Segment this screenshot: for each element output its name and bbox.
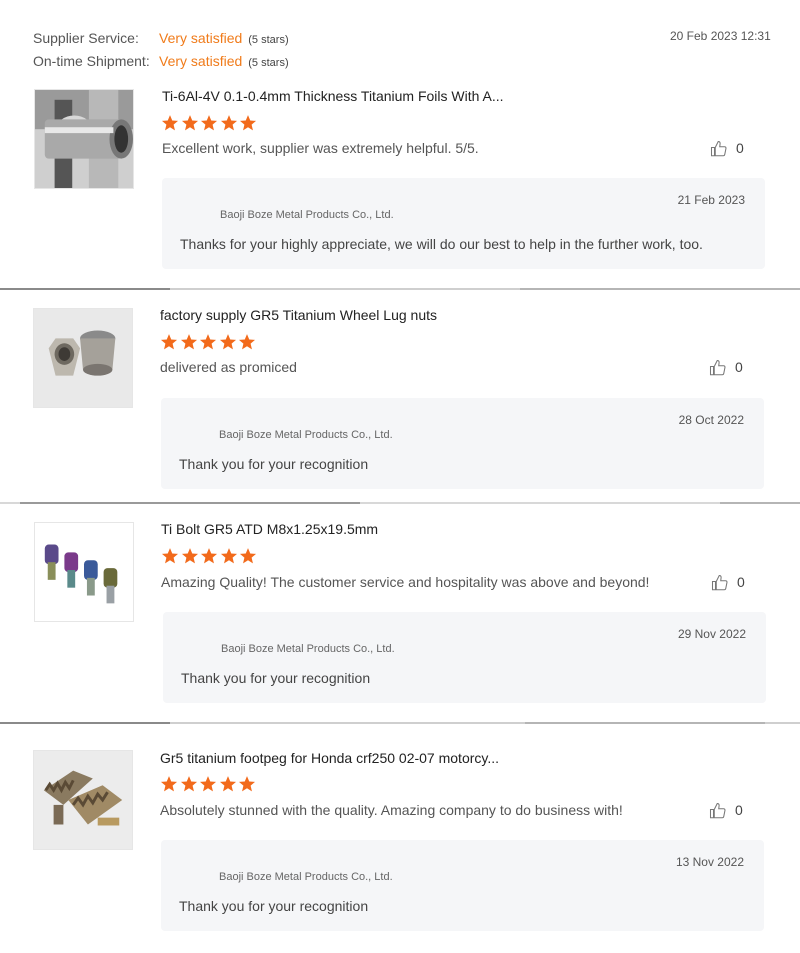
reply-text: Thank you for your recognition <box>179 456 369 472</box>
reply-date: 28 Oct 2022 <box>678 413 744 427</box>
star-icon <box>180 775 198 793</box>
star-icon <box>181 547 199 565</box>
reply-date: 21 Feb 2023 <box>677 193 745 207</box>
star-icon <box>219 333 237 351</box>
divider <box>0 288 800 290</box>
like-button[interactable]: 0 <box>711 574 745 592</box>
reply-date: 13 Nov 2022 <box>675 855 744 869</box>
ontime-shipment-note: (5 stars) <box>248 57 289 69</box>
rating-stars <box>160 775 258 795</box>
reply-date: 29 Nov 2022 <box>677 627 746 641</box>
product-title[interactable]: Ti-6Al-4V 0.1-0.4mm Thickness Titanium F… <box>162 88 504 104</box>
supplier-reply: 28 Oct 2022 Baoji Boze Metal Products Co… <box>161 398 764 489</box>
thumbs-up-icon <box>711 574 729 592</box>
review-comment: Excellent work, supplier was extremely h… <box>162 140 479 156</box>
star-icon <box>200 547 218 565</box>
star-icon <box>160 333 178 351</box>
star-icon <box>199 333 217 351</box>
star-icon <box>199 775 217 793</box>
product-title[interactable]: Ti Bolt GR5 ATD M8x1.25x19.5mm <box>161 521 378 537</box>
rating-stars <box>161 547 259 567</box>
bolts-image[interactable] <box>34 522 134 622</box>
star-icon <box>238 775 256 793</box>
star-icon <box>181 114 199 132</box>
star-icon <box>220 114 238 132</box>
reply-text: Thanks for your highly appreciate, we wi… <box>180 236 703 252</box>
like-count: 0 <box>735 802 743 818</box>
thumbs-up-icon <box>709 802 727 820</box>
star-icon <box>161 547 179 565</box>
supplier-reply: 13 Nov 2022 Baoji Boze Metal Products Co… <box>161 840 764 931</box>
star-icon <box>239 114 257 132</box>
ontime-shipment-row: On-time Shipment: Very satisfied (5 stars) <box>33 53 289 69</box>
like-button[interactable]: 0 <box>709 802 743 820</box>
star-icon <box>220 547 238 565</box>
divider <box>0 722 800 724</box>
review-comment: delivered as promiced <box>160 359 297 375</box>
reply-text: Thank you for your recognition <box>179 898 369 914</box>
like-button[interactable]: 0 <box>710 140 744 158</box>
ontime-shipment-label: On-time Shipment: <box>33 53 150 69</box>
rating-stars <box>160 333 258 353</box>
like-button[interactable]: 0 <box>709 359 743 377</box>
rating-stars <box>161 114 259 134</box>
like-count: 0 <box>735 359 743 375</box>
supplier-service-note: (5 stars) <box>248 34 289 46</box>
star-icon <box>238 333 256 351</box>
reply-company: Baoji Boze Metal Products Co., Ltd. <box>219 871 393 883</box>
lug-nuts-image[interactable] <box>33 308 133 408</box>
reply-company: Baoji Boze Metal Products Co., Ltd. <box>219 429 393 441</box>
product-title[interactable]: Gr5 titanium footpeg for Honda crf250 02… <box>160 750 499 766</box>
thumbs-up-icon <box>709 359 727 377</box>
footpeg-image[interactable] <box>33 750 133 850</box>
reply-company: Baoji Boze Metal Products Co., Ltd. <box>220 209 394 221</box>
divider <box>0 502 800 504</box>
supplier-reply: 21 Feb 2023 Baoji Boze Metal Products Co… <box>162 178 765 269</box>
star-icon <box>161 114 179 132</box>
star-icon <box>160 775 178 793</box>
titanium-tube-image[interactable] <box>34 89 134 189</box>
review-comment: Amazing Quality! The customer service an… <box>161 574 650 590</box>
review-comment: Absolutely stunned with the quality. Ama… <box>160 802 623 818</box>
supplier-service-label: Supplier Service: <box>33 30 139 46</box>
ontime-shipment-value: Very satisfied <box>159 53 243 69</box>
star-icon <box>200 114 218 132</box>
supplier-service-value: Very satisfied <box>159 30 243 46</box>
star-icon <box>180 333 198 351</box>
product-title[interactable]: factory supply GR5 Titanium Wheel Lug nu… <box>160 307 437 323</box>
star-icon <box>239 547 257 565</box>
thumbs-up-icon <box>710 140 728 158</box>
star-icon <box>219 775 237 793</box>
supplier-service-row: Supplier Service: Very satisfied (5 stars) <box>33 30 289 46</box>
reply-company: Baoji Boze Metal Products Co., Ltd. <box>221 643 395 655</box>
supplier-reply: 29 Nov 2022 Baoji Boze Metal Products Co… <box>163 612 766 703</box>
like-count: 0 <box>737 574 745 590</box>
reply-text: Thank you for your recognition <box>181 670 371 686</box>
like-count: 0 <box>736 140 744 156</box>
review-date: 20 Feb 2023 12:31 <box>670 29 771 43</box>
